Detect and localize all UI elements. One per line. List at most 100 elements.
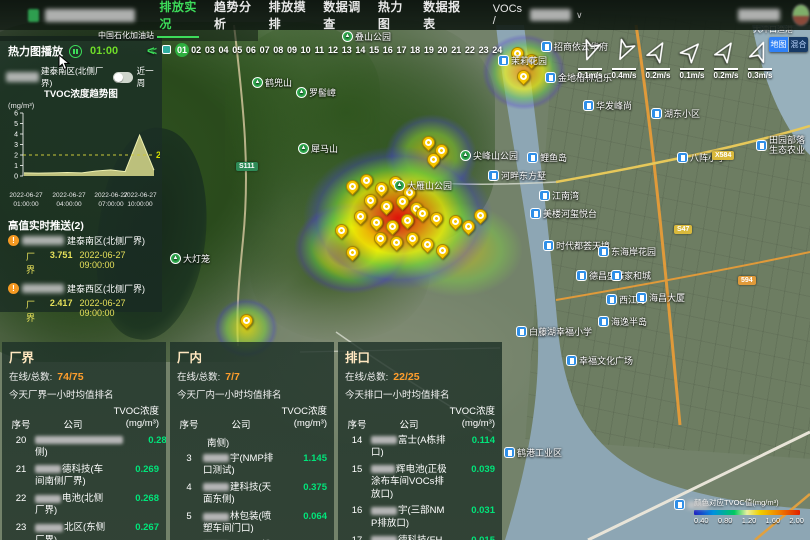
timeline-hour-14[interactable]: 14 <box>355 44 366 57</box>
timeline-hour-04[interactable]: 04 <box>218 44 229 57</box>
timeline-hour-06[interactable]: 06 <box>245 44 256 57</box>
nav-tab-2[interactable]: 趋势分析 <box>212 0 254 38</box>
col-header-company: 公司 <box>201 417 281 431</box>
poi-icon <box>636 292 647 303</box>
poi-icon <box>606 294 617 305</box>
timeline-hour-22[interactable]: 22 <box>464 44 475 57</box>
timeline-hour-23[interactable]: 23 <box>478 44 489 57</box>
top-nav-bar: 排放实况趋势分析排放摸排数据调查热力图数据报表 VOCs / ∨ <box>0 0 810 30</box>
chart-unit-label: (mg/m³) <box>8 101 34 110</box>
map-label-text: 家和城 <box>624 269 651 282</box>
map-label-20: 东海岸花园 <box>598 245 656 258</box>
alert-item-1[interactable]: !建泰南区(北侧厂界)厂界3.7512022-06-27 09:00:00 <box>8 234 158 276</box>
timeline-hour-10[interactable]: 10 <box>300 44 311 57</box>
table-panel-in-factory: 厂内在线/总数:7/7今天厂内一小时均值排名序号公司TVOC浓度(mg/m³)南… <box>170 342 334 540</box>
map-label-text: 湖东小区 <box>664 107 700 120</box>
legend-tick-4: 1.60 <box>766 516 781 525</box>
poi-icon <box>598 246 609 257</box>
timeline-hour-21[interactable]: 21 <box>451 44 462 57</box>
playback-header: 热力图播放 01:00 < <box>8 43 157 59</box>
timeline-hour-15[interactable]: 15 <box>369 44 380 57</box>
map-label-text: 华发峰尚 <box>596 99 632 112</box>
map-label-text: 海逸半岛 <box>611 315 647 328</box>
timeline-hour-19[interactable]: 19 <box>423 44 434 57</box>
map-label-4: ▲大灯笼 <box>170 252 210 265</box>
table-row-partial: 南侧) <box>207 435 327 449</box>
timeline-hour-11[interactable]: 11 <box>314 44 325 57</box>
online-value: 7/7 <box>225 371 240 383</box>
wind-indicator-4: 0.1m/s <box>680 40 704 80</box>
map-type-map-button[interactable]: 地图 <box>769 37 788 52</box>
alert-type: 厂界 <box>26 250 43 276</box>
alert-site-name: 建泰南区(北侧厂界) <box>67 234 145 247</box>
online-label: 在线/总数: <box>177 369 220 383</box>
pause-button[interactable] <box>69 45 82 58</box>
map-label-18: 美楼河玺悦台 <box>530 207 597 220</box>
road-shield-S47: S47 <box>674 225 692 234</box>
timeline-hour-01[interactable]: 01 <box>175 43 189 57</box>
timeline-hour-02[interactable]: 02 <box>191 44 202 57</box>
wind-arrow-icon <box>613 40 635 67</box>
map-label-11: 鲤鱼岛 <box>527 151 567 164</box>
wind-indicators: 0.1m/s0.4m/s0.2m/s0.1m/s0.2m/s0.3m/s <box>578 40 772 80</box>
timeline-hour-24[interactable]: 24 <box>492 44 503 57</box>
timeline-hour-05[interactable]: 05 <box>232 44 243 57</box>
timeline-hour-08[interactable]: 08 <box>273 44 284 57</box>
timeline-hour-03[interactable]: 03 <box>204 44 215 57</box>
table-row[interactable]: 4建科技(天面东侧)0.375 <box>177 482 327 507</box>
table-row[interactable]: 17德科技(FHMP1007)0.015 <box>345 535 495 540</box>
vocs-value-redacted <box>530 9 571 21</box>
nav-tab-5[interactable]: 热力图 <box>376 0 408 38</box>
table-subtitle: 今天厂内一小时均值排名 <box>177 387 327 401</box>
legend-tick-2: 0.80 <box>718 516 733 525</box>
timeline-hour-18[interactable]: 18 <box>410 44 421 57</box>
table-row[interactable]: 21德科技(车间南侧厂界)0.269 <box>9 464 159 489</box>
table-row[interactable]: 5林包装(喷塑车间门口)0.064 <box>177 511 327 536</box>
row-value: 0.375 <box>281 482 327 494</box>
table-row[interactable]: 14富士(A栋排口)0.114 <box>345 435 495 460</box>
row-value: 1.145 <box>281 453 327 465</box>
map-type-hybrid-button[interactable]: 混合 <box>789 37 808 52</box>
timeline-hour-20[interactable]: 20 <box>437 44 448 57</box>
tvoc-trend-chart[interactable]: 01234562 <box>2 110 160 190</box>
timeline-hour-09[interactable]: 09 <box>287 44 298 57</box>
poi-icon <box>543 240 554 251</box>
nav-tab-6[interactable]: 数据报表 <box>421 0 463 38</box>
map-label-27: 幸福文化广场 <box>566 354 633 367</box>
table-row[interactable]: 20侧)0.285 <box>9 435 159 460</box>
timeline-prev-chevron-icon[interactable]: < <box>147 43 155 58</box>
timeline-hour-07[interactable]: 07 <box>259 44 270 57</box>
timeline-hour-17[interactable]: 17 <box>396 44 407 57</box>
timeline-hour-16[interactable]: 16 <box>382 44 393 57</box>
table-row[interactable]: 15辉电池(正极涂布车间VOCs排放口)0.039 <box>345 464 495 501</box>
heatmap-playback-panel: 热力图播放 01:00 < 建泰南区(北侧厂界) 近一周 TVOC浓度趋势图 (… <box>0 36 162 312</box>
table-row[interactable]: 23北区(东侧厂界)0.267 <box>9 522 159 540</box>
range-toggle[interactable] <box>113 72 133 83</box>
nav-tab-1[interactable]: 排放实况 <box>157 0 199 38</box>
nav-tab-3[interactable]: 排放摸排 <box>267 0 309 38</box>
vocs-dropdown[interactable]: VOCs / ∨ <box>493 3 583 27</box>
avatar[interactable] <box>792 4 810 26</box>
poi-icon <box>541 41 552 52</box>
map-label-text: 犀马山 <box>311 142 338 155</box>
poi-icon <box>530 208 541 219</box>
company-redacted <box>203 454 229 462</box>
row-value: 0.268 <box>113 493 159 505</box>
row-num: 4 <box>177 482 201 493</box>
alert-item-2[interactable]: !建泰西区(北侧厂界)厂界2.4172022-06-27 09:00:00 <box>8 282 158 324</box>
company-redacted <box>35 524 63 532</box>
wind-speed: 0.2m/s <box>646 71 671 80</box>
table-row[interactable]: 3宇(NMP排口测试)1.145 <box>177 453 327 478</box>
table-row[interactable]: 16宇(三部NMP排放口)0.031 <box>345 505 495 530</box>
timeline-hour-12[interactable]: 12 <box>328 44 339 57</box>
map-label-text: 白藤湖幸福小学 <box>529 325 592 338</box>
row-num: 21 <box>9 464 33 475</box>
map-label-15: 湖东小区 <box>651 107 700 120</box>
nav-tab-4[interactable]: 数据调查 <box>321 0 363 38</box>
timeline-hour-13[interactable]: 13 <box>341 44 352 57</box>
map-label-6: 茉莉花园 <box>498 54 547 67</box>
table-panel-factory-boundary: 厂界在线/总数:74/75今天厂界一小时均值排名序号公司TVOC浓度(mg/m³… <box>2 342 166 540</box>
legend-tick-1: 0.40 <box>694 516 709 525</box>
table-row[interactable]: 22电池(北侧厂界)0.268 <box>9 493 159 518</box>
wind-speed: 0.3m/s <box>748 71 773 80</box>
